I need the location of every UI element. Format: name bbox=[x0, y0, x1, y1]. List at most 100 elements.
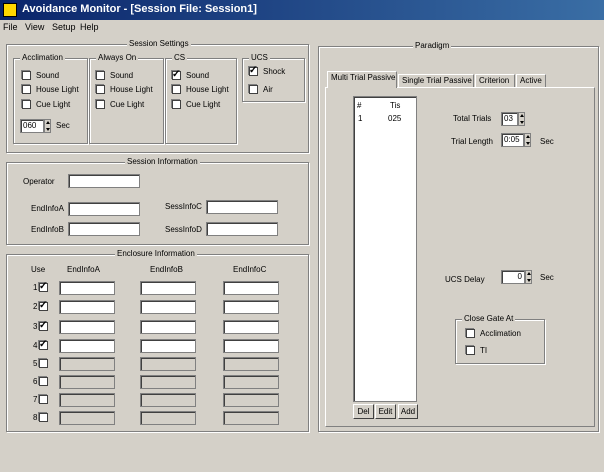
app-icon bbox=[3, 3, 17, 17]
endinfo-b-field[interactable] bbox=[68, 222, 140, 236]
tab-single-trial-passive[interactable]: Single Trial Passive bbox=[398, 74, 474, 88]
enclosure-row-3-b[interactable] bbox=[140, 320, 196, 334]
enclosure-row-number: 8 bbox=[33, 413, 38, 422]
enclosure-col-a-header: EndInfoA bbox=[67, 265, 100, 274]
title-bar: Avoidance Monitor - [Session File: Sessi… bbox=[0, 0, 604, 20]
always-on-house-light-label: House Light bbox=[110, 85, 153, 94]
total-trials-field[interactable]: 03 bbox=[501, 112, 518, 126]
always-on-cue-light-checkbox[interactable] bbox=[96, 100, 105, 109]
enclosure-row-8-c bbox=[223, 411, 279, 425]
sessinfo-c-field[interactable] bbox=[206, 200, 278, 214]
tab-criterion[interactable]: Criterion bbox=[475, 74, 515, 88]
enclosure-row-8-b bbox=[140, 411, 196, 425]
enclosure-row-1-a[interactable] bbox=[59, 281, 115, 295]
ucs-group: UCS Shock Air bbox=[242, 53, 305, 102]
close-gate-ti-label: TI bbox=[480, 346, 488, 355]
trial-list-row-tis: 025 bbox=[388, 114, 402, 123]
enclosure-row-number: 1 bbox=[33, 283, 38, 292]
ucs-air-checkbox[interactable] bbox=[249, 85, 258, 94]
acclimation-house-light-checkbox[interactable] bbox=[22, 85, 31, 94]
ucs-shock-checkbox[interactable] bbox=[249, 65, 258, 76]
enclosure-row-3-a[interactable] bbox=[59, 320, 115, 334]
menu-setup[interactable]: Setup bbox=[52, 22, 76, 32]
enclosure-use-checkbox-2[interactable] bbox=[39, 300, 48, 311]
enclosure-row-2-b[interactable] bbox=[140, 300, 196, 314]
menu-view[interactable]: View bbox=[25, 22, 44, 32]
session-information-title: Session Information bbox=[125, 157, 200, 166]
enclosure-use-checkbox-4[interactable] bbox=[39, 339, 48, 350]
acclimation-sound-label: Sound bbox=[36, 71, 60, 80]
enclosure-use-checkbox-1[interactable] bbox=[39, 281, 48, 292]
total-trials-label: Total Trials bbox=[453, 114, 492, 123]
del-button[interactable]: Del bbox=[353, 404, 374, 419]
always-on-sound-checkbox[interactable] bbox=[96, 71, 105, 80]
close-gate-ti-checkbox[interactable] bbox=[466, 346, 475, 355]
trial-list[interactable]: # Tis 1 025 bbox=[353, 96, 417, 402]
cs-sound-checkbox[interactable] bbox=[172, 69, 181, 80]
menu-bar: File View Setup Help bbox=[0, 20, 604, 36]
close-gate-acclimation-checkbox[interactable] bbox=[466, 329, 475, 338]
menu-help[interactable]: Help bbox=[80, 22, 99, 32]
close-gate-acclimation-label: Acclimation bbox=[480, 329, 521, 338]
always-on-house-light-checkbox[interactable] bbox=[96, 85, 105, 94]
cs-cue-light-checkbox[interactable] bbox=[172, 100, 181, 109]
ucs-delay-spinner[interactable] bbox=[525, 270, 532, 284]
endinfo-a-field[interactable] bbox=[68, 202, 140, 216]
endinfo-a-label: EndInfoA bbox=[31, 204, 64, 213]
enclosure-row-4-c[interactable] bbox=[223, 339, 279, 353]
enclosure-row-8-a bbox=[59, 411, 115, 425]
enclosure-use-checkbox-3[interactable] bbox=[39, 320, 48, 331]
trial-length-label: Trial Length bbox=[451, 137, 493, 146]
tab-multi-trial-passive[interactable]: Multi Trial Passive bbox=[327, 71, 397, 88]
trial-list-row-number: 1 bbox=[358, 114, 363, 123]
enclosure-row-1-b[interactable] bbox=[140, 281, 196, 295]
enclosure-use-checkbox-8[interactable] bbox=[39, 413, 48, 422]
enclosure-row-4-b[interactable] bbox=[140, 339, 196, 353]
tab-active[interactable]: Active bbox=[516, 74, 546, 88]
acclimation-sound-checkbox[interactable] bbox=[22, 71, 31, 80]
enclosure-row-6-a bbox=[59, 375, 115, 389]
operator-field[interactable] bbox=[68, 174, 140, 188]
enclosure-row-number: 6 bbox=[33, 377, 38, 386]
ucs-shock-label: Shock bbox=[263, 67, 286, 76]
enclosure-col-b-header: EndInfoB bbox=[150, 265, 183, 274]
always-on-group: Always On Sound House Light Cue Light bbox=[89, 53, 164, 144]
cs-group: CS Sound House Light Cue Light bbox=[165, 53, 237, 144]
menu-file[interactable]: File bbox=[3, 22, 18, 32]
acclimation-seconds-field[interactable]: 060 bbox=[20, 119, 44, 133]
enclosure-row-2-a[interactable] bbox=[59, 300, 115, 314]
trial-length-spinner[interactable] bbox=[524, 133, 531, 147]
enclosure-row-5-c bbox=[223, 357, 279, 371]
ucs-delay-field[interactable]: 0 bbox=[501, 270, 525, 284]
enclosure-row-1-c[interactable] bbox=[223, 281, 279, 295]
enclosure-row-number: 2 bbox=[33, 302, 38, 311]
enclosure-use-checkbox-7[interactable] bbox=[39, 395, 48, 404]
enclosure-row-3-c[interactable] bbox=[223, 320, 279, 334]
enclosure-row-4-a[interactable] bbox=[59, 339, 115, 353]
cs-sound-label: Sound bbox=[186, 71, 210, 80]
total-trials-spinner[interactable] bbox=[518, 112, 525, 126]
enclosure-row-5-b bbox=[140, 357, 196, 371]
cs-house-light-checkbox[interactable] bbox=[172, 85, 181, 94]
enclosure-col-c-header: EndInfoC bbox=[233, 265, 267, 274]
enclosure-row-number: 3 bbox=[33, 322, 38, 331]
enclosure-use-checkbox-5[interactable] bbox=[39, 359, 48, 368]
acclimation-cue-light-checkbox[interactable] bbox=[22, 100, 31, 109]
always-on-title: Always On bbox=[96, 53, 139, 62]
paradigm-title: Paradigm bbox=[413, 41, 452, 50]
enclosure-row-7-a bbox=[59, 393, 115, 407]
add-button[interactable]: Add bbox=[398, 404, 418, 419]
trial-length-sec-label: Sec bbox=[540, 137, 554, 146]
enclosure-information-group: Enclosure Information Use EndInfoA EndIn… bbox=[6, 249, 309, 432]
trial-list-header-tis: Tis bbox=[390, 101, 401, 110]
close-gate-title: Close Gate At bbox=[462, 314, 516, 323]
trial-length-field[interactable]: 0:05 bbox=[501, 133, 524, 147]
session-settings-title: Session Settings bbox=[127, 39, 191, 48]
sessinfo-d-field[interactable] bbox=[206, 222, 278, 236]
enclosure-row-number: 5 bbox=[33, 359, 38, 368]
acclimation-seconds-spinner[interactable] bbox=[44, 119, 51, 133]
enclosure-use-checkbox-6[interactable] bbox=[39, 377, 48, 386]
cs-house-light-label: House Light bbox=[186, 85, 229, 94]
enclosure-row-2-c[interactable] bbox=[223, 300, 279, 314]
edit-button[interactable]: Edit bbox=[375, 404, 396, 419]
